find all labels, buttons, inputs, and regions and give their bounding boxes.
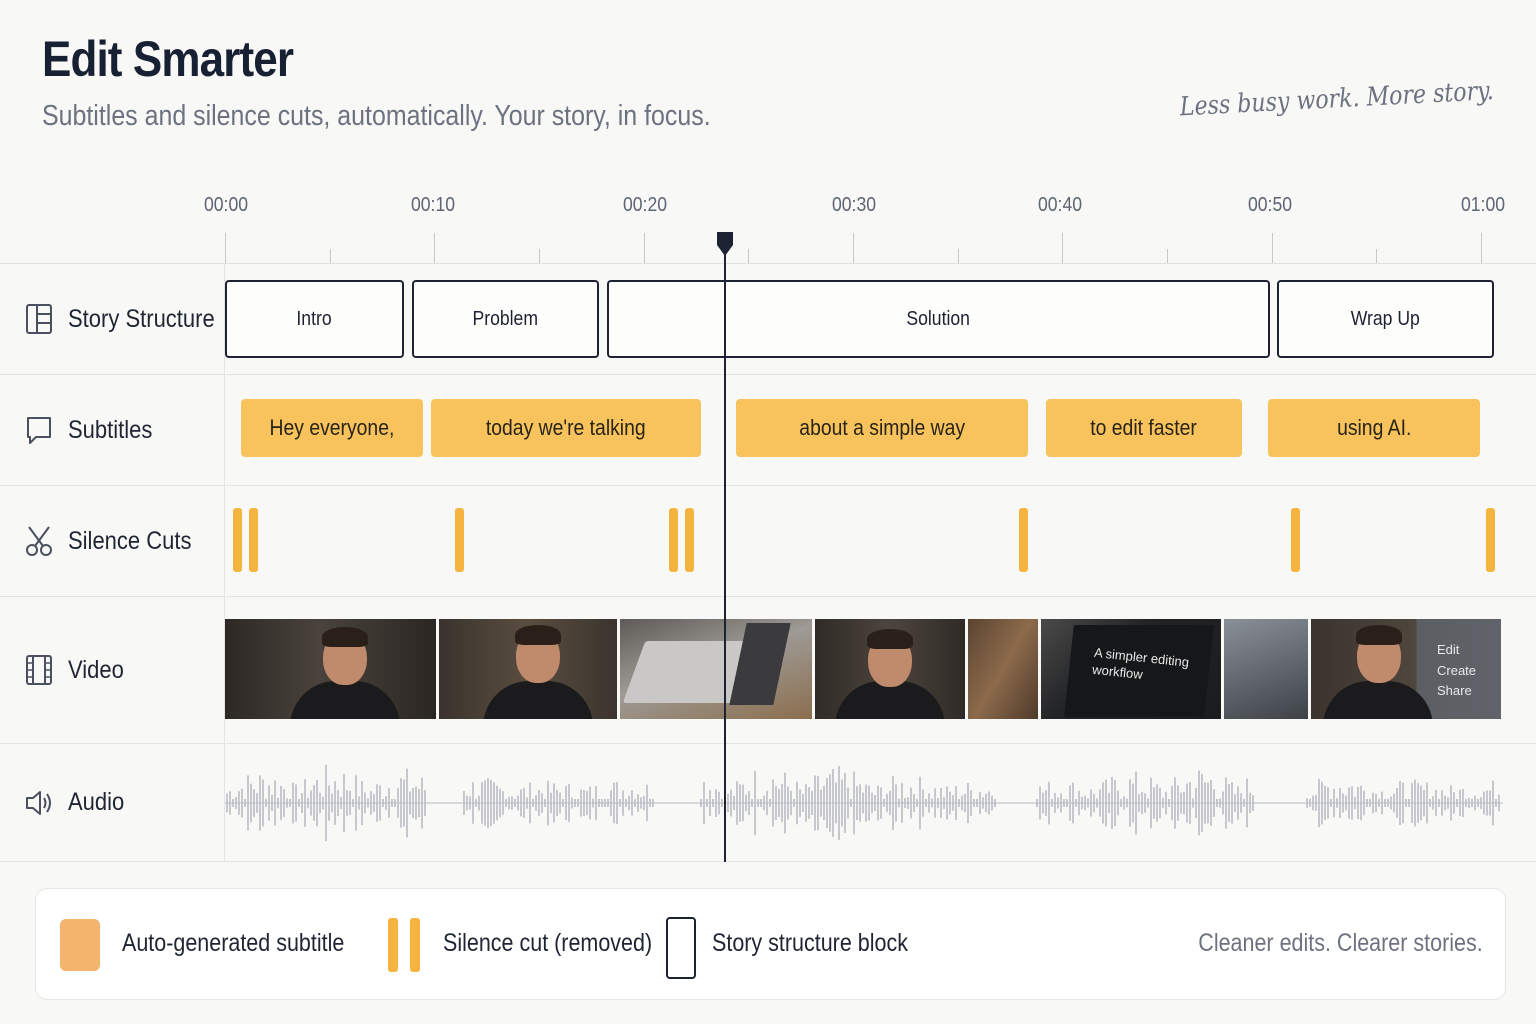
ruler-tick	[1481, 233, 1482, 263]
silence-cut-marker[interactable]	[249, 508, 258, 572]
ruler-tick	[1062, 233, 1064, 263]
video-clip-presenter[interactable]	[225, 619, 436, 719]
ruler-tick	[1167, 249, 1168, 263]
page-title: Edit Smarter	[42, 31, 294, 87]
legend-subtitle-label: Auto-generated subtitle	[122, 929, 345, 957]
track-header-silence[interactable]: Silence Cuts	[0, 486, 225, 596]
silence-cut-marker[interactable]	[455, 508, 464, 572]
handwritten-tagline: Less busy work. More story.	[1179, 76, 1495, 123]
subtitle-chip[interactable]: Hey everyone,	[241, 399, 423, 457]
clip-screen-text: Share	[1437, 683, 1472, 698]
video-track: Video A simpler editing workflow Edit Cr…	[0, 597, 1536, 744]
ruler-tick	[225, 233, 226, 263]
silence-cut-marker[interactable]	[685, 508, 694, 572]
track-label: Story Structure	[68, 304, 215, 333]
layout-columns-icon	[26, 304, 52, 334]
subtitle-swatch	[60, 919, 100, 971]
legend-story-label: Story structure block	[712, 929, 908, 957]
ruler-tick	[853, 233, 854, 263]
playhead-handle-icon[interactable]	[716, 231, 734, 257]
story-block-swatch	[666, 917, 696, 979]
ruler-tick	[1376, 249, 1378, 263]
subtitle-chip[interactable]: to edit faster	[1046, 399, 1242, 457]
silence-cut-marker[interactable]	[1019, 508, 1028, 572]
video-clip-keyboard[interactable]	[1224, 619, 1308, 719]
ruler-label: 01:00	[1460, 194, 1506, 216]
playhead-line[interactable]	[724, 252, 726, 862]
video-clip-title-screen[interactable]: A simpler editing workflow	[1041, 619, 1221, 719]
ruler-label: 00:00	[203, 194, 249, 216]
ruler-tick	[329, 249, 331, 263]
story-block-wrap-up[interactable]: Wrap Up	[1277, 280, 1494, 358]
story-structure-track: Story Structure Intro Problem Solution W…	[0, 264, 1536, 375]
ruler-tick	[434, 233, 436, 263]
story-block-solution[interactable]: Solution	[607, 280, 1270, 358]
subtitles-track: Subtitles Hey everyone, today we're talk…	[0, 375, 1536, 486]
track-header-video[interactable]: Video	[0, 597, 225, 743]
story-block-label: Intro	[296, 307, 333, 330]
track-header-subtitles[interactable]: Subtitles	[0, 375, 225, 485]
ruler-label: 00:20	[622, 194, 668, 216]
track-label: Video	[68, 655, 124, 684]
page-subtitle: Subtitles and silence cuts, automaticall…	[42, 100, 711, 132]
speech-bubble-icon	[27, 417, 51, 444]
silence-swatch	[388, 918, 398, 972]
scissors-icon	[26, 526, 52, 556]
story-block-label: Problem	[472, 307, 539, 330]
track-label: Subtitles	[68, 415, 153, 444]
subtitle-text: using AI.	[1336, 415, 1412, 440]
story-block-intro[interactable]: Intro	[225, 280, 404, 358]
silence-cuts-track: Silence Cuts	[0, 486, 1536, 597]
video-clip-desk[interactable]	[968, 619, 1038, 719]
legend-panel: Auto-generated subtitle Silence cut (rem…	[35, 888, 1506, 1000]
story-block-label: Wrap Up	[1350, 307, 1421, 330]
ruler-label: 00:50	[1247, 194, 1293, 216]
ruler-tick	[1271, 233, 1273, 263]
speaker-icon	[26, 790, 51, 815]
silence-swatch	[410, 918, 420, 972]
ruler-label: 00:10	[410, 194, 456, 216]
track-label: Silence Cuts	[68, 526, 192, 555]
subtitle-text: to edit faster	[1090, 415, 1198, 440]
ruler-tick	[643, 233, 645, 263]
subtitle-text: Hey everyone,	[269, 415, 395, 440]
silence-cut-marker[interactable]	[1291, 508, 1300, 572]
subtitle-text: about a simple way	[799, 415, 965, 440]
track-header-audio[interactable]: Audio	[0, 744, 225, 861]
legend-silence-label: Silence cut (removed)	[443, 929, 653, 957]
story-block-label: Solution	[906, 307, 971, 330]
ruler-tick	[748, 249, 750, 263]
subtitle-text: today we're talking	[486, 415, 646, 440]
silence-cut-marker[interactable]	[233, 508, 242, 572]
clip-screen-text: Create	[1437, 663, 1477, 678]
time-ruler[interactable]: 00:00 00:10 00:20 00:30 00:40 00:50 01:0…	[0, 180, 1536, 264]
subtitle-chip[interactable]: using AI.	[1268, 399, 1480, 457]
clip-screen-text: Edit	[1437, 642, 1460, 657]
audio-waveform[interactable]	[225, 758, 1505, 848]
video-clip-laptop[interactable]	[620, 619, 812, 719]
legend-tagline: Cleaner edits. Clearer stories.	[1198, 929, 1483, 957]
video-clip-presenter-outro[interactable]: Edit Create Share	[1311, 619, 1501, 719]
silence-cut-marker[interactable]	[669, 508, 678, 572]
video-clip-presenter[interactable]	[439, 619, 617, 719]
video-clip-presenter[interactable]	[815, 619, 965, 719]
ruler-label: 00:40	[1037, 194, 1083, 216]
story-block-problem[interactable]: Problem	[412, 280, 599, 358]
ruler-label: 00:30	[831, 194, 877, 216]
silence-cut-marker[interactable]	[1486, 508, 1495, 572]
track-header-story[interactable]: Story Structure	[0, 264, 225, 374]
film-strip-icon	[26, 655, 52, 685]
subtitle-chip[interactable]: today we're talking	[431, 399, 701, 457]
subtitle-chip[interactable]: about a simple way	[736, 399, 1028, 457]
track-label: Audio	[68, 788, 125, 816]
audio-track: Audio	[0, 744, 1536, 862]
ruler-tick	[539, 249, 540, 263]
ruler-tick	[957, 249, 959, 263]
